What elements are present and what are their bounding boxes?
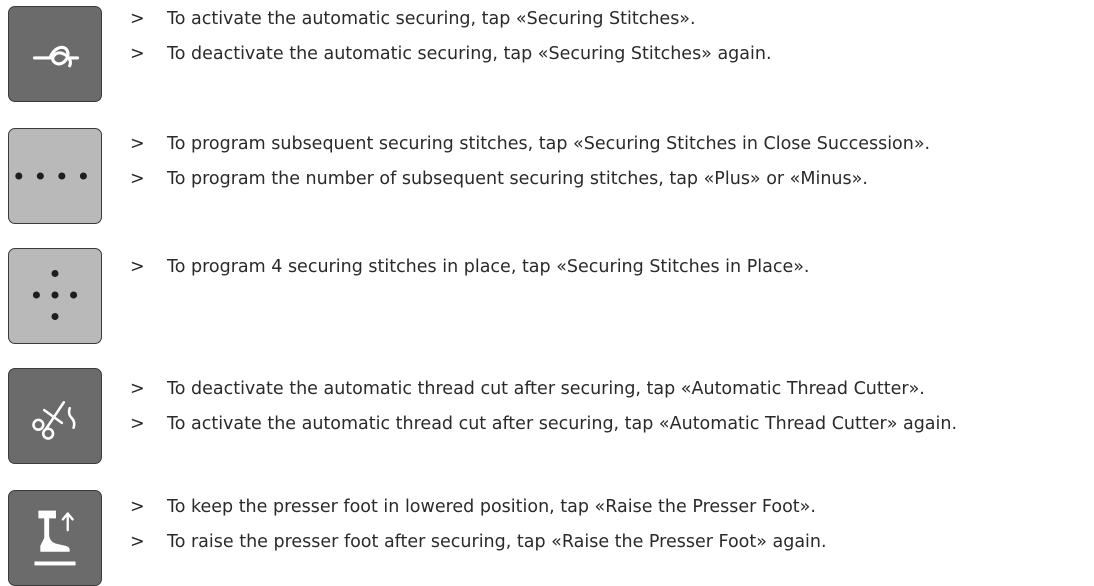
instruction-text: To raise the presser foot after securing… [167, 532, 827, 552]
bullet-marker: > [130, 414, 145, 434]
automatic-thread-cutter-button[interactable] [8, 368, 102, 464]
raise-presser-foot-button[interactable] [8, 490, 102, 586]
securing-stitches-in-place-icon [32, 269, 78, 321]
instruction-line: > To program 4 securing stitches in place… [130, 256, 809, 278]
presser-foot-raise-icon [34, 510, 76, 566]
securing-stitches-knot-icon [32, 45, 80, 68]
instruction-text: To activate the automatic securing, tap … [167, 9, 696, 29]
bullet-marker: > [130, 169, 145, 189]
bullet-marker: > [130, 257, 145, 277]
instruction-text: To deactivate the automatic thread cut a… [167, 379, 925, 399]
instruction-line: > To deactivate the automatic thread cut … [130, 378, 925, 400]
securing-stitches-close-succession-button[interactable] [8, 128, 102, 224]
instruction-line: > To activate the automatic thread cut af… [130, 413, 957, 435]
thread-cutter-scissors-icon [32, 401, 76, 440]
instruction-text: To activate the automatic thread cut aft… [167, 414, 958, 434]
instruction-line: > To keep the presser foot in lowered pos… [130, 496, 816, 518]
securing-stitches-close-succession-icon [15, 172, 87, 180]
bullet-marker: > [130, 497, 145, 517]
bullet-marker: > [130, 134, 145, 154]
instruction-line: > To deactivate the automatic securing, t… [130, 43, 772, 65]
instruction-text: To program the number of subsequent secu… [167, 169, 868, 189]
instruction-text: To deactivate the automatic securing, ta… [167, 44, 772, 64]
instruction-line: > To activate the automatic securing, tap… [130, 8, 696, 30]
bullet-marker: > [130, 379, 145, 399]
instruction-line: > To raise the presser foot after securin… [130, 531, 827, 553]
instruction-text: To keep the presser foot in lowered posi… [167, 497, 816, 517]
securing-stitches-in-place-button[interactable] [8, 248, 102, 344]
securing-stitches-button[interactable] [8, 6, 102, 102]
instruction-line: > To program subsequent securing stitches… [130, 133, 930, 155]
instruction-line: > To program the number of subsequent sec… [130, 168, 868, 190]
instruction-text: To program 4 securing stitches in place,… [167, 257, 810, 277]
bullet-marker: > [130, 44, 145, 64]
instruction-text: To program subsequent securing stitches,… [167, 134, 931, 154]
bullet-marker: > [130, 9, 145, 29]
bullet-marker: > [130, 532, 145, 552]
